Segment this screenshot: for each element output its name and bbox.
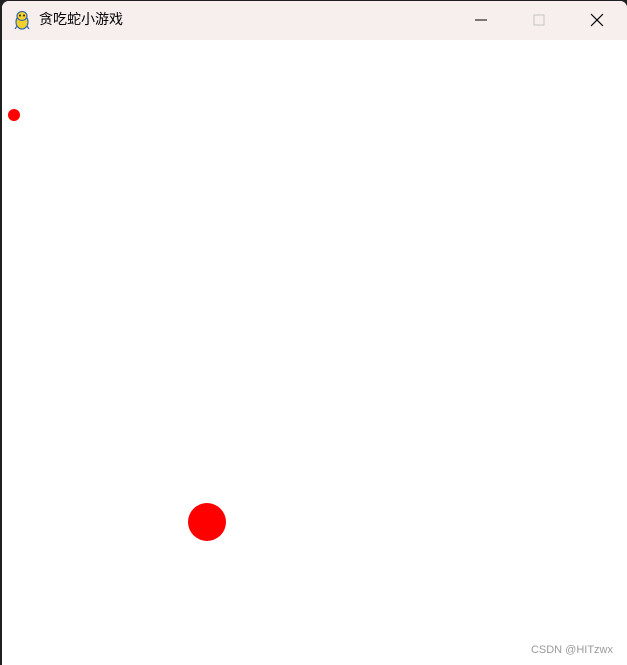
pygame-snake-icon (14, 10, 30, 30)
close-icon (590, 13, 604, 27)
snake-head (188, 503, 226, 541)
minimize-icon (475, 19, 487, 21)
close-button[interactable] (568, 1, 626, 40)
maximize-icon (533, 14, 545, 26)
maximize-button[interactable] (510, 1, 568, 40)
title-bar[interactable]: 贪吃蛇小游戏 (2, 1, 627, 40)
game-window: 贪吃蛇小游戏 CSDN @HITzwx (2, 1, 627, 665)
game-canvas[interactable]: CSDN @HITzwx (2, 40, 627, 665)
watermark: CSDN @HITzwx (530, 644, 613, 656)
minimize-button[interactable] (452, 1, 510, 40)
food-dot (8, 109, 20, 121)
window-title: 贪吃蛇小游戏 (39, 12, 123, 28)
